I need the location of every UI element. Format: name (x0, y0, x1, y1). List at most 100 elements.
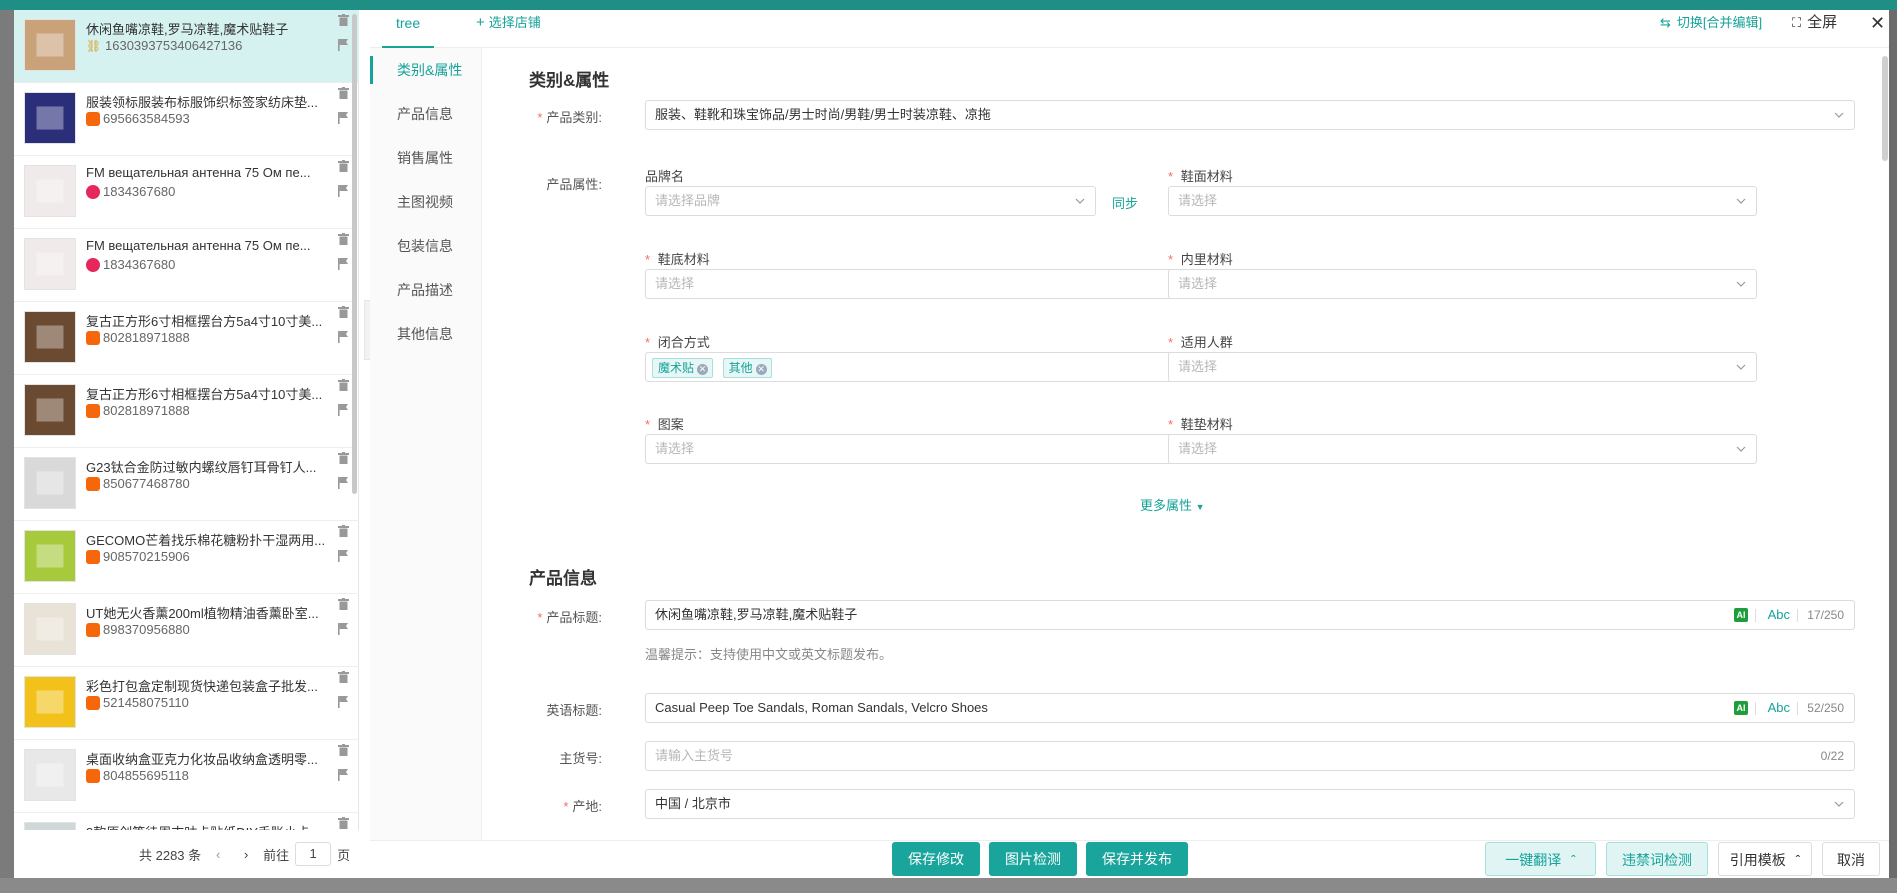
lining-material-select[interactable]: 请选择 (1168, 269, 1757, 299)
flag-icon[interactable] (338, 769, 349, 781)
product-list-item[interactable]: 复古正方形6寸相框摆台方5a4寸10寸美... 802818971888 (14, 302, 359, 375)
trash-icon[interactable] (338, 525, 349, 537)
more-attributes-link[interactable]: 更多属性 ▼ (1140, 495, 1205, 514)
abc-translate-button[interactable]: Abc (1768, 694, 1790, 722)
nav-item-1[interactable]: 产品信息 (370, 92, 481, 136)
tab-tree[interactable]: tree (382, 10, 435, 48)
product-thumbnail (24, 822, 76, 830)
nav-item-5[interactable]: 产品描述 (370, 268, 481, 312)
product-list[interactable]: 休闲鱼嘴凉鞋,罗马凉鞋,魔术贴鞋子 ⛓ 1630393753406427136 服装领… (14, 10, 359, 830)
pagination-unit: 页 (337, 847, 351, 863)
trash-icon[interactable] (338, 160, 349, 172)
next-page-icon[interactable]: › (235, 847, 257, 862)
save-button[interactable]: 保存修改 (892, 842, 980, 876)
product-list-item[interactable]: UT她无火香薰200ml植物精油香薰卧室... 898370956880 (14, 594, 359, 667)
flag-icon[interactable] (338, 477, 349, 489)
fullscreen-label: 全屏 (1807, 14, 1838, 31)
sync-brand-link[interactable]: 同步 (1112, 193, 1138, 212)
nav-item-0[interactable]: 类别&属性 (370, 48, 481, 92)
nav-item-2[interactable]: 销售属性 (370, 136, 481, 180)
product-list-item[interactable]: 8款原创等待周末咕卡贴纸DIY手账小卡... (14, 813, 359, 830)
select-shop-button[interactable]: + 选择店铺 (476, 10, 541, 36)
brand-select[interactable]: 请选择品牌 (645, 186, 1096, 216)
apply-template-button[interactable]: 引用模板 ˆ (1718, 842, 1812, 876)
flag-icon[interactable] (338, 404, 349, 416)
flag-icon[interactable] (338, 623, 349, 635)
prev-page-icon[interactable]: ‹ (207, 847, 229, 862)
origin-select[interactable]: 中国 / 北京市 (645, 789, 1855, 819)
abc-translate-button[interactable]: Abc (1768, 601, 1790, 629)
product-list-item[interactable]: FM вещательная антенна 75 Ом пе... 183436… (14, 156, 359, 229)
trash-icon[interactable] (338, 87, 349, 99)
trash-icon[interactable] (338, 452, 349, 464)
modal-header: tree + 选择店铺 ⇆ 切换[合并编辑] ⛶ 全屏 ✕ (370, 10, 1889, 48)
nav-item-6[interactable]: 其他信息 (370, 312, 481, 356)
save-publish-button[interactable]: 保存并发布 (1086, 842, 1188, 876)
flag-icon[interactable] (338, 258, 349, 270)
image-check-button[interactable]: 图片检测 (989, 842, 1077, 876)
trash-icon[interactable] (338, 233, 349, 245)
trash-icon[interactable] (338, 306, 349, 318)
product-list-item[interactable]: 复古正方形6寸相框摆台方5a4寸10寸美... 802818971888 (14, 375, 359, 448)
closure-select[interactable]: 魔术贴 ✕ 其他 ✕ (645, 352, 1236, 382)
product-list-item[interactable]: GECOMO芒着找乐棉花糖粉扑干湿两用... 908570215906 (14, 521, 359, 594)
switch-merge-edit-button[interactable]: ⇆ 切换[合并编辑] (1660, 10, 1762, 36)
pattern-select[interactable]: 请选择 (645, 434, 1236, 464)
flag-icon[interactable] (338, 39, 349, 51)
cancel-button[interactable]: 取消 (1822, 842, 1880, 876)
product-id-row: 908570215906 (86, 549, 190, 564)
product-list-scrollbar[interactable] (352, 14, 357, 494)
closure-tag: 魔术贴 ✕ (652, 357, 714, 378)
trash-icon[interactable] (338, 379, 349, 391)
upper-material-label: * 鞋面材料 (1168, 169, 1233, 184)
product-thumbnail (24, 19, 76, 71)
flag-icon[interactable] (338, 550, 349, 562)
fullscreen-button[interactable]: ⛶ 全屏 (1792, 10, 1837, 36)
product-list-item[interactable]: 休闲鱼嘴凉鞋,罗马凉鞋,魔术贴鞋子 ⛓ 1630393753406427136 (14, 10, 359, 83)
divider (1797, 702, 1798, 715)
form-scrollbar[interactable] (1882, 56, 1888, 161)
product-title: G23钛合金防过敏内螺纹唇钉耳骨钉人... (86, 460, 317, 475)
flag-icon[interactable] (338, 331, 349, 343)
flag-icon[interactable] (338, 185, 349, 197)
product-id: 908570215906 (103, 549, 190, 564)
english-title-input[interactable]: Casual Peep Toe Sandals, Roman Sandals, … (645, 693, 1855, 723)
nav-item-3[interactable]: 主图视频 (370, 180, 481, 224)
insole-material-select[interactable]: 请选择 (1168, 434, 1757, 464)
banned-words-check-button[interactable]: 违禁词检测 (1606, 842, 1708, 876)
upper-material-select[interactable]: 请选择 (1168, 186, 1757, 216)
product-thumbnail (24, 603, 76, 655)
ozon-source-icon (86, 257, 100, 272)
title-hint: 温馨提示：支持使用中文或英文标题发布。 (645, 647, 893, 662)
audience-select[interactable]: 请选择 (1168, 352, 1757, 382)
sole-material-select[interactable]: 请选择 (645, 269, 1236, 299)
product-list-item[interactable]: 服装领标服装布标服饰织标签家纺床垫... 695663584593 (14, 83, 359, 156)
trash-icon[interactable] (338, 671, 349, 683)
sku-input[interactable]: 请输入主货号 0/22 (645, 741, 1855, 771)
product-id: 695663584593 (103, 111, 190, 126)
trash-icon[interactable] (338, 817, 349, 829)
close-icon[interactable]: ✕ (1870, 10, 1885, 36)
page-number-input[interactable]: 1 (295, 842, 332, 866)
product-id-row: 802818971888 (86, 330, 190, 345)
nav-item-4[interactable]: 包装信息 (370, 224, 481, 268)
product-title-input[interactable]: 休闲鱼嘴凉鞋,罗马凉鞋,魔术贴鞋子 AI Abc 17/250 (645, 600, 1855, 630)
category-select[interactable]: 服装、鞋靴和珠宝饰品/男士时尚/男鞋/男士时装凉鞋、凉拖 (645, 100, 1855, 130)
trash-icon[interactable] (338, 14, 349, 26)
trash-icon[interactable] (338, 598, 349, 610)
ai-icon[interactable]: AI (1734, 608, 1748, 622)
ai-icon[interactable]: AI (1734, 701, 1748, 715)
chevron-down-icon (1736, 281, 1746, 287)
trash-icon[interactable] (338, 744, 349, 756)
product-list-item[interactable]: 桌面收纳盒亚克力化妆品收纳盒透明零... 804855695118 (14, 740, 359, 813)
remove-tag-icon[interactable]: ✕ (697, 363, 709, 375)
remove-tag-icon[interactable]: ✕ (755, 363, 767, 375)
flag-icon[interactable] (338, 112, 349, 124)
product-id: 850677468780 (103, 476, 190, 491)
product-list-item[interactable]: G23钛合金防过敏内螺纹唇钉耳骨钉人... 850677468780 (14, 448, 359, 521)
flag-icon[interactable] (338, 696, 349, 708)
product-list-item[interactable]: FM вещательная антенна 75 Ом пе... 183436… (14, 229, 359, 302)
product-list-item[interactable]: 彩色打包盒定制现货快递包装盒子批发... 521458075110 (14, 667, 359, 740)
chevron-down-icon (1736, 446, 1746, 452)
translate-button[interactable]: 一键翻译 ˆ (1485, 842, 1596, 876)
